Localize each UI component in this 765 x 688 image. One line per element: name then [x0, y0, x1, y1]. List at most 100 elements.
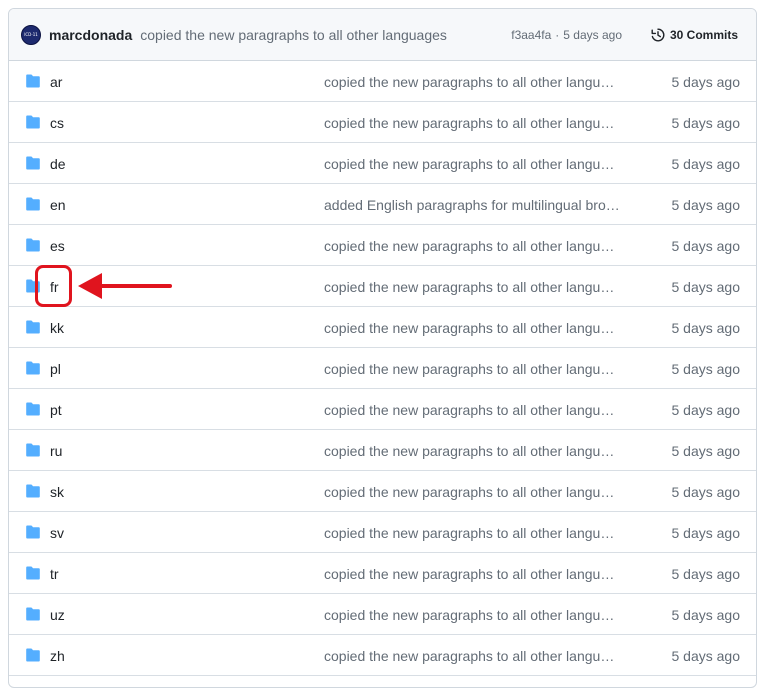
row-commit-message-link[interactable]: copied the new paragraphs to all other l…	[324, 102, 621, 143]
row-commit-message-link[interactable]: copied the new paragraphs to all other l…	[324, 307, 621, 348]
meta-separator: ·	[555, 28, 560, 42]
folder-icon	[26, 320, 40, 334]
folder-icon	[26, 566, 40, 580]
row-commit-message-text: copied the new paragraphs to all other l…	[324, 278, 621, 295]
file-row-kk[interactable]: kk copied the new paragraphs to all othe…	[9, 307, 756, 348]
file-row-ru[interactable]: ru copied the new paragraphs to all othe…	[9, 430, 756, 471]
folder-icon	[26, 402, 40, 416]
row-commit-message-text: copied the new paragraphs to all other l…	[324, 442, 621, 459]
row-commit-message-text: copied the new paragraphs to all other l…	[324, 319, 621, 336]
folder-icon	[26, 156, 40, 170]
commits-history-link[interactable]: 30 Commits	[650, 9, 738, 61]
file-row-sv[interactable]: sv copied the new paragraphs to all othe…	[9, 512, 756, 553]
row-commit-date: 5 days ago	[671, 442, 741, 459]
folder-name-link[interactable]: en	[50, 184, 66, 225]
row-commit-date: 5 days ago	[671, 524, 741, 541]
row-commit-date: 5 days ago	[671, 565, 741, 582]
folder-name-link[interactable]: ar	[50, 61, 62, 102]
file-row-en[interactable]: en added English paragraphs for multilin…	[9, 184, 756, 225]
row-commit-date: 5 days ago	[671, 319, 741, 336]
row-commit-message-link[interactable]: copied the new paragraphs to all other l…	[324, 471, 621, 512]
row-commit-message-text: copied the new paragraphs to all other l…	[324, 565, 621, 582]
commit-time: 5 days ago	[563, 28, 622, 42]
latest-commit-message[interactable]: copied the new paragraphs to all other l…	[140, 27, 447, 43]
folder-icon	[26, 525, 40, 539]
row-commit-message-text: copied the new paragraphs to all other l…	[324, 73, 621, 90]
commits-count-label: 30 Commits	[669, 28, 738, 42]
commit-author-link[interactable]: marcdonada	[49, 27, 132, 43]
commit-hash-link[interactable]: f3aa4fa	[511, 28, 551, 42]
file-row-sk[interactable]: sk copied the new paragraphs to all othe…	[9, 471, 756, 512]
row-commit-message-link[interactable]: copied the new paragraphs to all other l…	[324, 143, 621, 184]
row-commit-message-link[interactable]: added English paragraphs for multilingua…	[324, 184, 621, 225]
folder-icon	[26, 443, 40, 457]
file-row-zh[interactable]: zh copied the new paragraphs to all othe…	[9, 635, 756, 676]
folder-name-link[interactable]: sv	[50, 512, 64, 553]
row-commit-message-text: copied the new paragraphs to all other l…	[324, 237, 621, 254]
folder-name-link[interactable]: pl	[50, 348, 61, 389]
row-commit-message-link[interactable]: copied the new paragraphs to all other l…	[324, 348, 621, 389]
folder-icon	[26, 115, 40, 129]
avatar-text: ICD-11	[24, 32, 38, 37]
folder-icon	[26, 74, 40, 88]
row-commit-message-link[interactable]: copied the new paragraphs to all other l…	[324, 389, 621, 430]
row-commit-message-text: copied the new paragraphs to all other l…	[324, 155, 621, 172]
folder-icon	[26, 648, 40, 662]
row-commit-message-text: copied the new paragraphs to all other l…	[324, 483, 621, 500]
folder-name-link[interactable]: tr	[50, 553, 59, 594]
file-row-tr[interactable]: tr copied the new paragraphs to all othe…	[9, 553, 756, 594]
row-commit-message-link[interactable]: copied the new paragraphs to all other l…	[324, 430, 621, 471]
folder-name-link[interactable]: zh	[50, 635, 65, 676]
avatar[interactable]: ICD-11	[21, 24, 41, 45]
file-row-ar[interactable]: ar copied the new paragraphs to all othe…	[9, 61, 756, 102]
folder-name-link[interactable]: es	[50, 225, 65, 266]
row-commit-message-link[interactable]: copied the new paragraphs to all other l…	[324, 266, 621, 307]
folder-name-link[interactable]: cs	[50, 102, 64, 143]
file-row-uz[interactable]: uz copied the new paragraphs to all othe…	[9, 594, 756, 635]
file-row-fr[interactable]: fr copied the new paragraphs to all othe…	[9, 266, 756, 307]
row-commit-message-text: copied the new paragraphs to all other l…	[324, 606, 621, 623]
row-commit-date: 5 days ago	[671, 237, 741, 254]
folder-name-link[interactable]: de	[50, 143, 66, 184]
row-commit-date: 5 days ago	[671, 196, 741, 213]
folder-icon	[26, 279, 40, 293]
folder-icon	[26, 484, 40, 498]
row-commit-message-link[interactable]: copied the new paragraphs to all other l…	[324, 61, 621, 102]
file-list: ar copied the new paragraphs to all othe…	[9, 61, 756, 676]
row-commit-date: 5 days ago	[671, 278, 741, 295]
commit-meta: f3aa4fa · 5 days ago	[511, 9, 622, 61]
folder-name-link[interactable]: pt	[50, 389, 62, 430]
file-row-de[interactable]: de copied the new paragraphs to all othe…	[9, 143, 756, 184]
file-row-cs[interactable]: cs copied the new paragraphs to all othe…	[9, 102, 756, 143]
folder-name-link[interactable]: ru	[50, 430, 62, 471]
folder-icon	[26, 361, 40, 375]
row-commit-date: 5 days ago	[671, 647, 741, 664]
file-row-es[interactable]: es copied the new paragraphs to all othe…	[9, 225, 756, 266]
row-commit-message-link[interactable]: copied the new paragraphs to all other l…	[324, 594, 621, 635]
folder-name-link[interactable]: fr	[50, 266, 59, 307]
row-commit-message-link[interactable]: copied the new paragraphs to all other l…	[324, 225, 621, 266]
folder-icon	[26, 197, 40, 211]
row-commit-message-text: copied the new paragraphs to all other l…	[324, 114, 621, 131]
file-browser: ICD-11 marcdonada copied the new paragra…	[8, 8, 757, 688]
row-commit-message-text: copied the new paragraphs to all other l…	[324, 360, 621, 377]
latest-commit-bar: ICD-11 marcdonada copied the new paragra…	[9, 9, 756, 61]
file-row-pl[interactable]: pl copied the new paragraphs to all othe…	[9, 348, 756, 389]
folder-icon	[26, 238, 40, 252]
row-commit-date: 5 days ago	[671, 401, 741, 418]
row-commit-date: 5 days ago	[671, 73, 741, 90]
folder-name-link[interactable]: uz	[50, 594, 65, 635]
row-commit-message-link[interactable]: copied the new paragraphs to all other l…	[324, 512, 621, 553]
row-commit-date: 5 days ago	[671, 606, 741, 623]
row-commit-message-link[interactable]: copied the new paragraphs to all other l…	[324, 553, 621, 594]
row-commit-date: 5 days ago	[671, 360, 741, 377]
row-commit-message-text: copied the new paragraphs to all other l…	[324, 524, 621, 541]
row-commit-date: 5 days ago	[671, 483, 741, 500]
row-commit-date: 5 days ago	[671, 155, 741, 172]
file-row-pt[interactable]: pt copied the new paragraphs to all othe…	[9, 389, 756, 430]
folder-icon	[26, 607, 40, 621]
folder-name-link[interactable]: sk	[50, 471, 64, 512]
row-commit-message-text: copied the new paragraphs to all other l…	[324, 401, 621, 418]
folder-name-link[interactable]: kk	[50, 307, 64, 348]
row-commit-message-link[interactable]: copied the new paragraphs to all other l…	[324, 635, 621, 676]
